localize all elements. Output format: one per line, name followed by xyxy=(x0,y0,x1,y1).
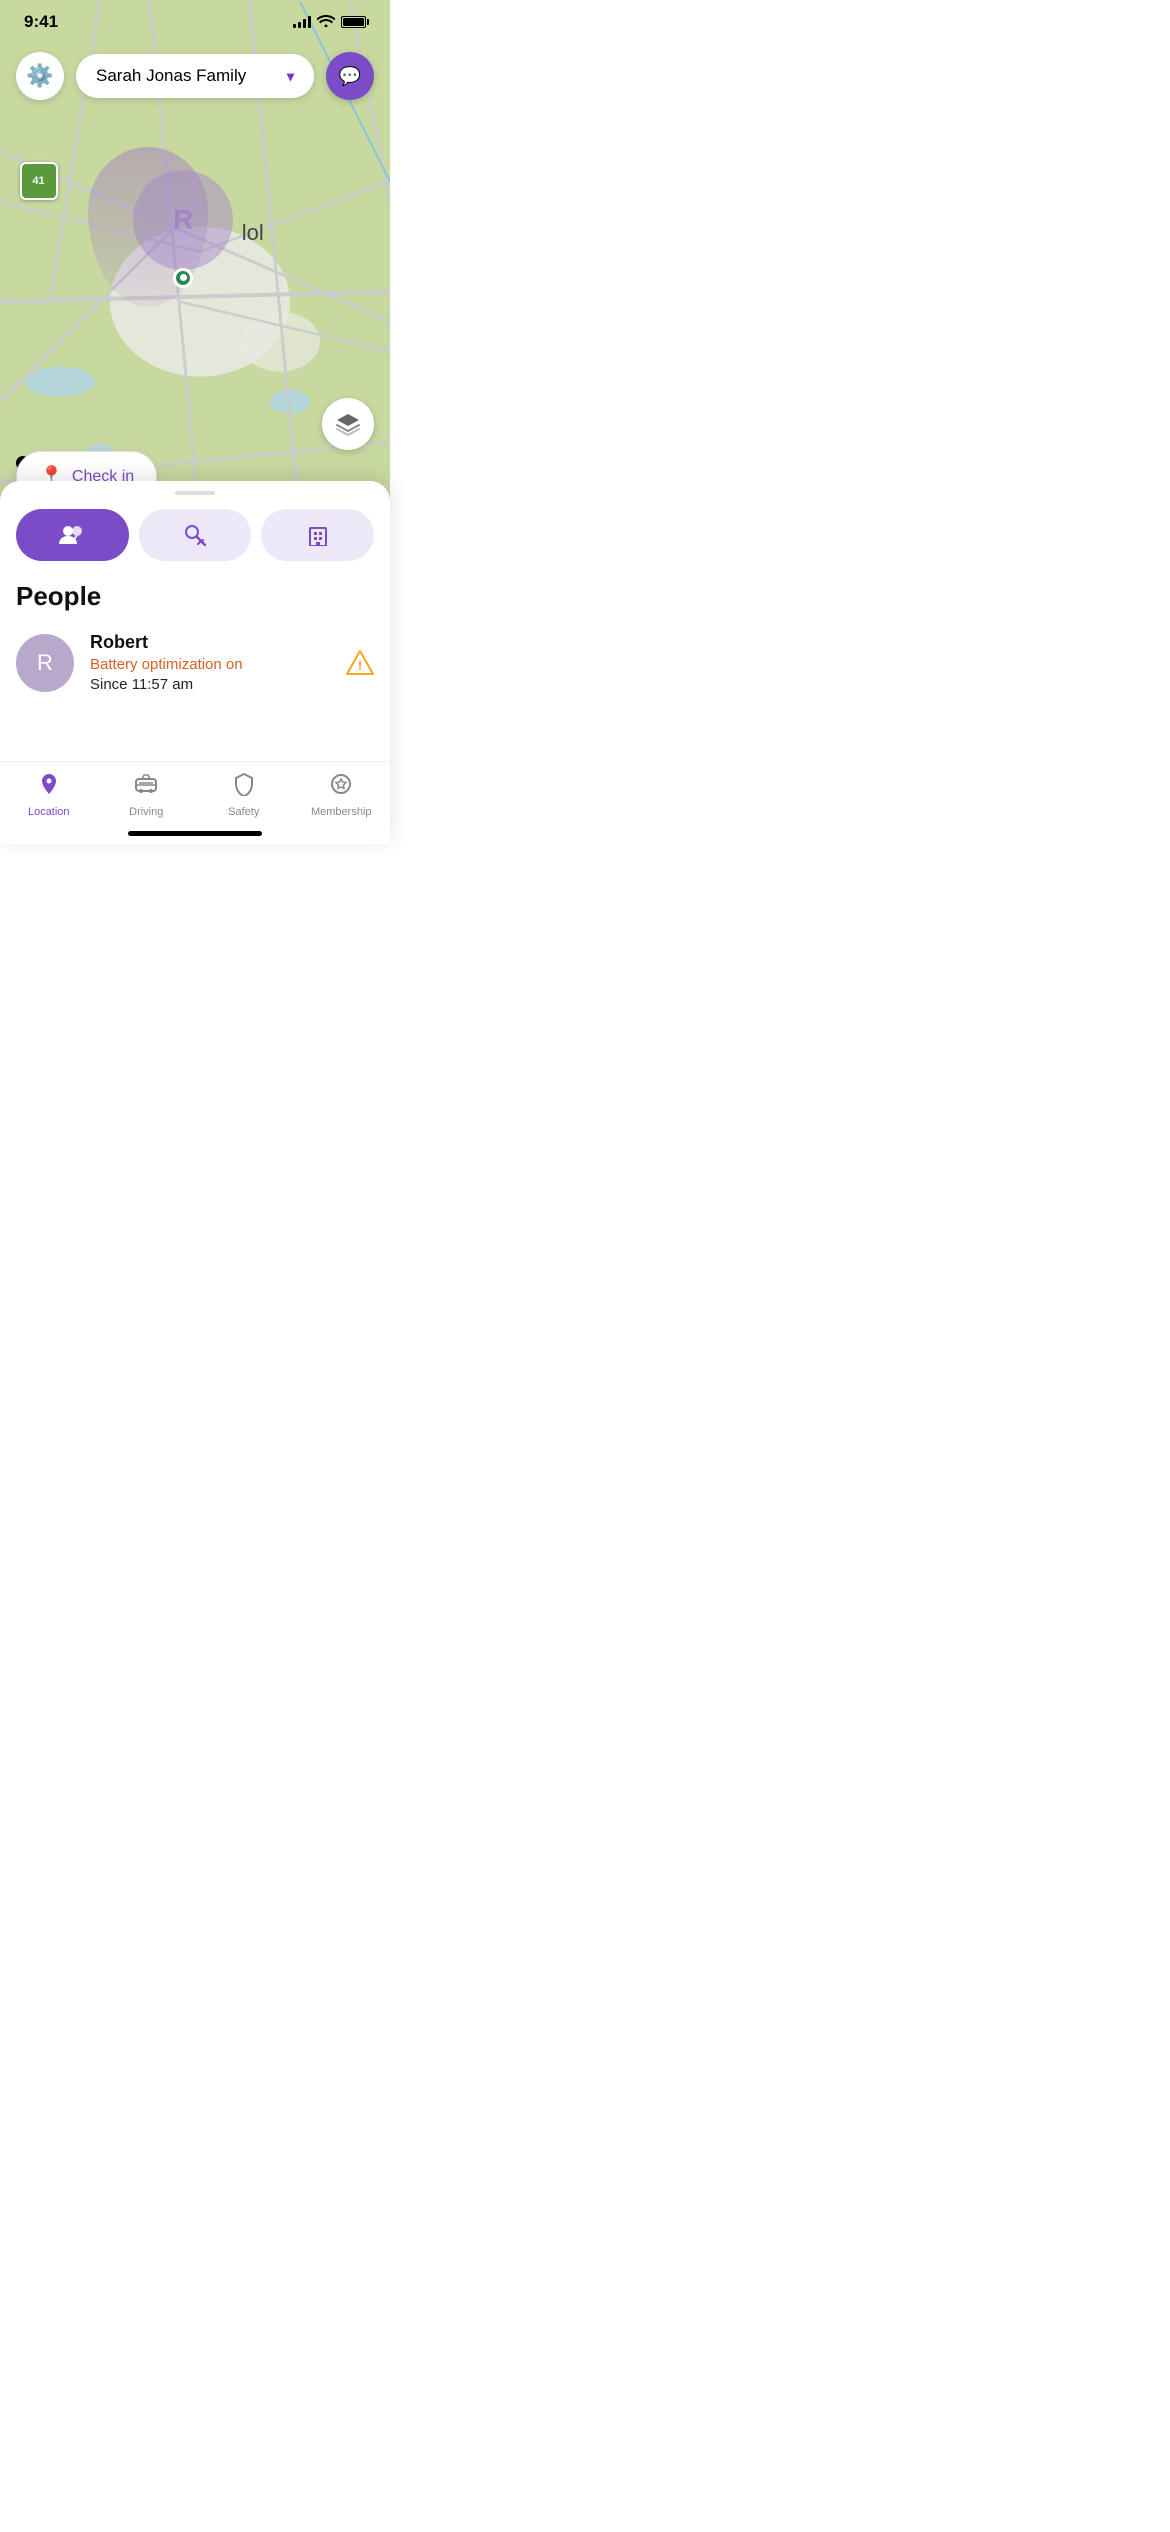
nav-label-membership: Membership xyxy=(311,806,372,818)
person-row: R Robert Battery optimization on Since 1… xyxy=(0,620,390,705)
status-bar: 9:41 xyxy=(0,0,390,44)
nav-item-location[interactable]: Location xyxy=(0,772,98,818)
driving-nav-icon xyxy=(134,772,158,802)
status-icons xyxy=(293,14,366,30)
city-label: lol xyxy=(242,220,264,246)
family-name: Sarah Jonas Family xyxy=(96,66,246,86)
settings-button[interactable]: ⚙️ xyxy=(16,52,64,100)
person-info: Robert Battery optimization on Since 11:… xyxy=(90,632,330,693)
tab-keys[interactable] xyxy=(139,509,252,561)
nav-label-driving: Driving xyxy=(129,806,163,818)
layers-icon xyxy=(335,411,361,437)
status-time: 9:41 xyxy=(24,12,58,32)
nav-item-driving[interactable]: Driving xyxy=(98,772,196,818)
person-since: Since 11:57 am xyxy=(90,676,330,693)
chat-button[interactable]: 💬 xyxy=(326,52,374,100)
nav-item-safety[interactable]: Safety xyxy=(195,772,293,818)
location-pin xyxy=(173,268,193,288)
nav-item-membership[interactable]: Membership xyxy=(293,772,391,818)
user-marker: R xyxy=(133,170,233,270)
svg-text:!: ! xyxy=(358,658,362,673)
battery-icon xyxy=(341,16,366,28)
tab-places[interactable] xyxy=(261,509,374,561)
nav-label-safety: Safety xyxy=(228,806,259,818)
tab-row xyxy=(0,495,390,565)
chevron-down-icon: ▾ xyxy=(287,68,294,85)
building-icon xyxy=(307,524,329,546)
nav-label-location: Location xyxy=(28,806,70,818)
people-icon xyxy=(59,524,85,546)
location-nav-icon xyxy=(37,772,61,802)
map-header: ⚙️ Sarah Jonas Family ▾ 💬 xyxy=(0,44,390,108)
section-title: People xyxy=(0,565,390,620)
tab-people[interactable] xyxy=(16,509,129,561)
chat-icon: 💬 xyxy=(339,66,361,87)
map-container: R lol 41 ⚙️ Sarah Jonas Family ▾ xyxy=(0,0,390,523)
gear-icon: ⚙️ xyxy=(26,63,53,89)
family-selector[interactable]: Sarah Jonas Family ▾ xyxy=(76,54,314,98)
keys-icon xyxy=(184,524,206,546)
signal-bars-icon xyxy=(293,16,311,28)
layers-button[interactable] xyxy=(322,398,374,450)
road-sign: 41 xyxy=(20,162,58,200)
warning-icon: ! xyxy=(346,649,374,677)
map-background: R lol 41 ⚙️ Sarah Jonas Family ▾ xyxy=(0,0,390,523)
safety-nav-icon xyxy=(232,772,256,802)
wifi-icon xyxy=(317,14,335,30)
person-status: Battery optimization on xyxy=(90,656,330,673)
avatar-letter: R xyxy=(37,650,53,676)
membership-nav-icon xyxy=(329,772,353,802)
person-avatar: R xyxy=(16,634,74,692)
home-indicator xyxy=(128,831,262,836)
person-name: Robert xyxy=(90,632,330,653)
